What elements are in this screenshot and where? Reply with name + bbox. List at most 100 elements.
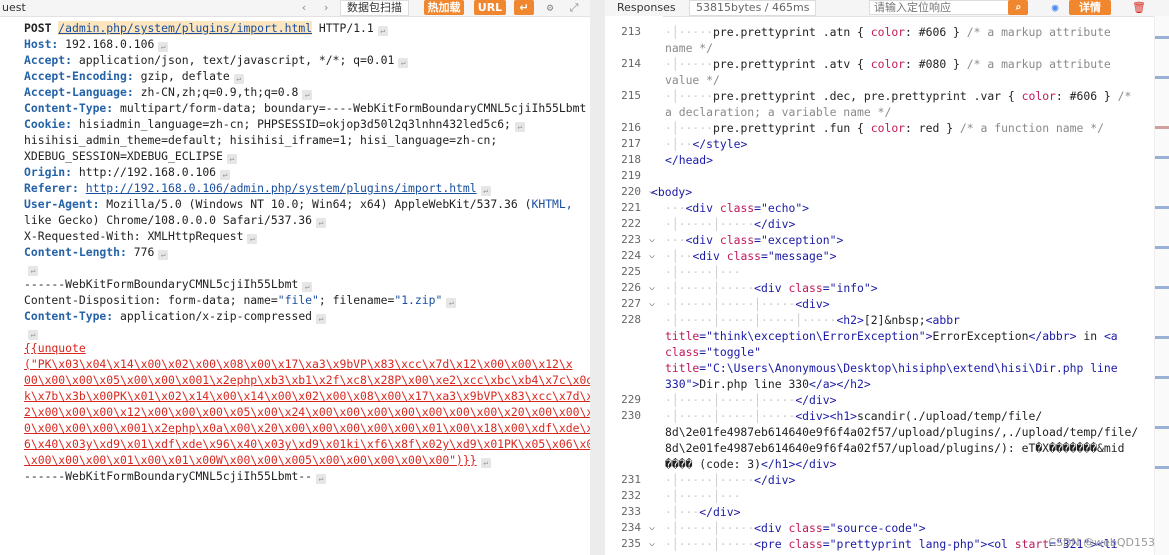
request-toolbar: uest ‹ › 数据包扫描 热加载 URL ↵ ⚙ ⤢ [0,0,590,17]
chrome-icon[interactable]: ◉ [1047,0,1063,15]
code-line: ·│··<div class="message"> [665,249,837,263]
newline-icon: ↵ [316,314,327,324]
response-pane: Responses 53815bytes / 465ms ⌕ ◉ 详情 🗑 21… [605,0,1169,555]
header-content-type: Content-Type: multipart/form-data; bound… [24,100,590,116]
content-disposition: Content-Disposition: form-data; name="fi… [24,292,457,308]
payload-line: 0\x00\x00\x00\x001\x2ephp\x0a\x00\x20\x0… [24,421,590,435]
payload-line: k\x7b\x3b\x00PK\x01\x02\x14\x00\x14\x00\… [24,389,590,403]
header-accept-language: Accept-Language: zh-CN,zh;q=0.9,th;q=0.8… [24,84,313,100]
unquote-tag: {{unquote [24,341,86,355]
newline-icon: ↵ [398,58,409,68]
code-line-wrap: ���� (code: 3)</h1></div> [665,457,837,471]
code-line-wrap: class="toggle" [665,345,762,359]
gear-icon[interactable]: ⚙ [542,0,558,15]
request-pane: uest ‹ › 数据包扫描 热加载 URL ↵ ⚙ ⤢ POST /admin… [0,0,590,555]
payload-line: ("PK\x03\x04\x14\x00\x02\x00\x08\x00\x17… [24,357,573,371]
code-line: ·│·····│··· [665,265,741,279]
newline-icon: ↵ [302,90,313,100]
newline-icon: ↵ [220,170,231,180]
newline-icon: ↵ [316,474,327,484]
payload-line: 00\x00\x00\x05\x00\x00\x001\x2ephp\xb3\x… [24,373,590,387]
code-line-wrap: name */ [665,41,714,55]
response-toolbar: Responses 53815bytes / 465ms ⌕ ◉ 详情 🗑 [605,0,1169,17]
newline-icon: ↵ [446,298,457,308]
header-origin: Origin: http://192.168.0.106 ↵ [24,164,231,180]
header-cookie-cont: hisihisi_admin_theme=default; hisihisi_i… [24,133,498,147]
code-line: ·│·····│··· [665,489,741,503]
request-line: POST /admin.php/system/plugins/import.ht… [24,20,388,36]
part-content-type: Content-Type: application/x-zip-compress… [24,308,327,324]
minimap-mark [1155,466,1169,469]
forward-icon[interactable]: › [318,0,334,15]
code-line: ···<div class="echo"> [665,201,810,215]
code-line: ·│·····│·····</div> [665,473,796,487]
blank-line: ↵ [24,260,38,276]
newline-icon: ↵ [28,266,38,276]
responses-title: Responses [617,1,676,14]
minimap-mark [1155,336,1169,339]
newline-icon: ↵ [158,250,169,260]
code-line-wrap: value */ [665,73,720,87]
newline-icon: ↵ [28,330,38,340]
code-line: ·│·····│·····<div class="info"> [665,281,878,295]
locate-response-input[interactable] [869,0,1017,15]
header-x-requested-with: X-Requested-With: XMLHttpRequest ↵ [24,228,258,244]
pane-divider[interactable] [590,0,605,555]
header-accept: Accept: application/json, text/javascrip… [24,52,409,68]
code-line-wrap: 330">Dir.php line 330</a></h2> [665,377,871,391]
boundary-line: ------WebKitFormBoundaryCMNL5cjiIh55Lbmt… [24,276,313,292]
code-line: ·│··</style> [665,137,748,151]
expand-icon[interactable]: ⤢ [566,0,582,15]
header-content-length: Content-Length: 776 ↵ [24,244,169,260]
payload-line: 6\x40\x03y\xd9\x01\xdf\xde\x96\x40\x03y\… [24,437,590,451]
search-icon[interactable]: ⌕ [1008,0,1028,15]
header-accept-encoding: Accept-Encoding: gzip, deflate ↵ [24,68,244,84]
request-body[interactable]: POST /admin.php/system/plugins/import.ht… [0,16,590,555]
minimap-mark [1155,156,1169,159]
capture-scan-button[interactable]: 数据包扫描 [340,0,409,16]
minimap-scrollbar[interactable] [1154,16,1169,555]
code-line: ·│·····│·····│·····<div> [665,297,830,311]
header-cookie-cont2: XDEBUG_SESSION=XDEBUG_ECLIPSE ↵ [24,148,237,164]
code-line-wrap: title="think\exception\ErrorException">E… [665,329,1118,343]
hot-reload-button[interactable]: 热加载 [424,0,464,15]
newline-icon: ↵ [480,458,491,468]
minimap-mark [1155,246,1169,249]
newline-icon: ↵ [316,218,327,228]
header-cookie: Cookie: hisiadmin_language=zh-cn; PHPSES… [24,116,525,132]
code-line: ···<div class="exception"> [665,233,844,247]
newline-icon: ↵ [233,74,244,84]
response-code[interactable]: ·│·····pre.prettyprint .atn { color: #60… [605,16,1155,555]
detail-button[interactable]: 详情 [1069,0,1111,15]
minimap-mark [1155,126,1169,129]
code-line: </head> [665,153,714,167]
enter-icon[interactable]: ↵ [514,0,534,15]
newline-icon: ↵ [158,42,169,52]
header-user-agent: User-Agent: Mozilla/5.0 (Windows NT 10.0… [24,197,573,211]
code-line: ·│·····│·····│·····</div> [665,393,837,407]
newline-icon: ↵ [302,282,313,292]
header-referer: Referer: http://192.168.0.106/admin.php/… [24,180,491,196]
url-button[interactable]: URL [474,0,506,15]
payload-line-end: \x00\x00\x00\x01\x00\x01\x00W\x00\x00\x0… [24,452,491,468]
code-line: ·│·····│·····</div> [665,217,796,231]
response-size-info: 53815bytes / 465ms [689,0,817,16]
code-line: ·│·····│·····│·····<div><h1>scandir(./up… [665,409,1043,423]
header-user-agent-cont: like Gecko) Chrome/108.0.0.0 Safari/537.… [24,212,327,228]
trash-icon[interactable]: 🗑 [1131,0,1147,15]
blank-line: ↵ [24,324,38,340]
minimap-mark [1155,376,1169,379]
code-line: ·│·····│·····<div class="source-code"> [665,521,926,535]
minimap-mark [1155,206,1169,209]
minimap-mark [1155,426,1169,429]
code-line: ·│·····pre.prettyprint .fun { color: red… [665,121,1104,135]
payload-line: 2\x00\x00\x00\x12\x00\x00\x00\x05\x00\x2… [24,405,590,419]
minimap-mark [1155,36,1169,39]
back-icon[interactable]: ‹ [296,0,312,15]
newline-icon: ↵ [377,26,388,36]
code-line-wrap: 8d\2e01fe4987eb614640e9f6f4a02f57/upload… [665,441,1125,455]
newline-icon: ↵ [480,186,491,196]
minimap-mark [1155,76,1169,79]
code-line: ·│·····pre.prettyprint .dec, pre.prettyp… [665,89,1132,103]
watermark: CSDN @webQD153 [1048,536,1155,549]
